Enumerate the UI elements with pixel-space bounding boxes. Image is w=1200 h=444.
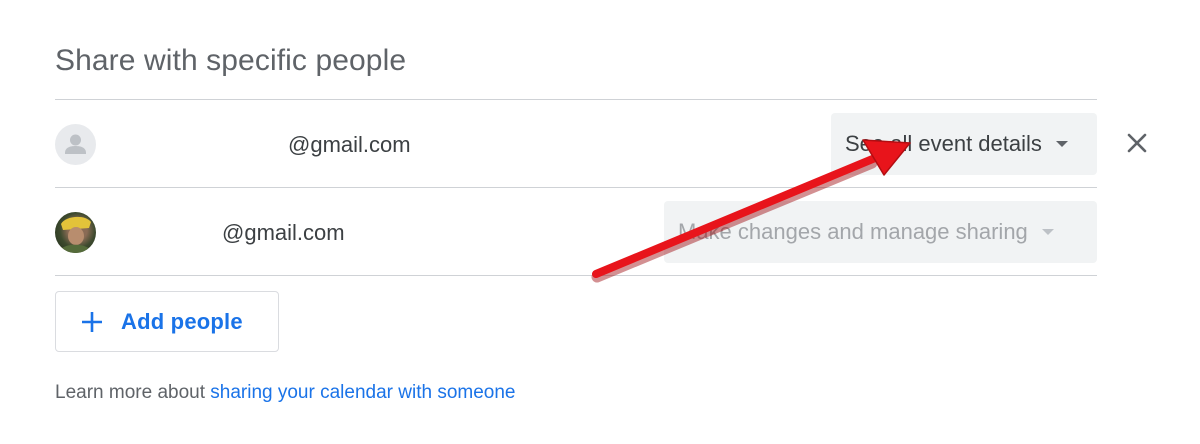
divider [55, 275, 1097, 276]
dropdown-caret-icon [1041, 229, 1054, 235]
add-people-button[interactable]: Add people [55, 291, 279, 352]
help-link[interactable]: sharing your calendar with someone [210, 382, 515, 403]
permission-label: Make changes and manage sharing [678, 219, 1028, 244]
add-people-label: Add people [121, 308, 243, 334]
permission-label: See all event details [845, 131, 1042, 156]
permission-dropdown: Make changes and manage sharing [664, 201, 1097, 263]
avatar [55, 212, 96, 253]
remove-person-button[interactable] [1122, 128, 1152, 158]
close-icon [1127, 133, 1147, 153]
section-title: Share with specific people [55, 44, 407, 77]
person-placeholder-icon [55, 124, 96, 165]
person-row: @gmail.com See all event details [55, 100, 1097, 188]
help-text-prefix: Learn more about [55, 382, 211, 403]
dropdown-caret-icon [1055, 141, 1068, 147]
plus-icon [82, 311, 102, 332]
help-text: Learn more about sharing your calendar w… [55, 382, 516, 404]
person-email: @gmail.com [288, 132, 411, 157]
permission-dropdown[interactable]: See all event details [831, 113, 1097, 175]
person-row: @gmail.com Make changes and manage shari… [55, 188, 1097, 276]
person-email: @gmail.com [222, 220, 345, 245]
